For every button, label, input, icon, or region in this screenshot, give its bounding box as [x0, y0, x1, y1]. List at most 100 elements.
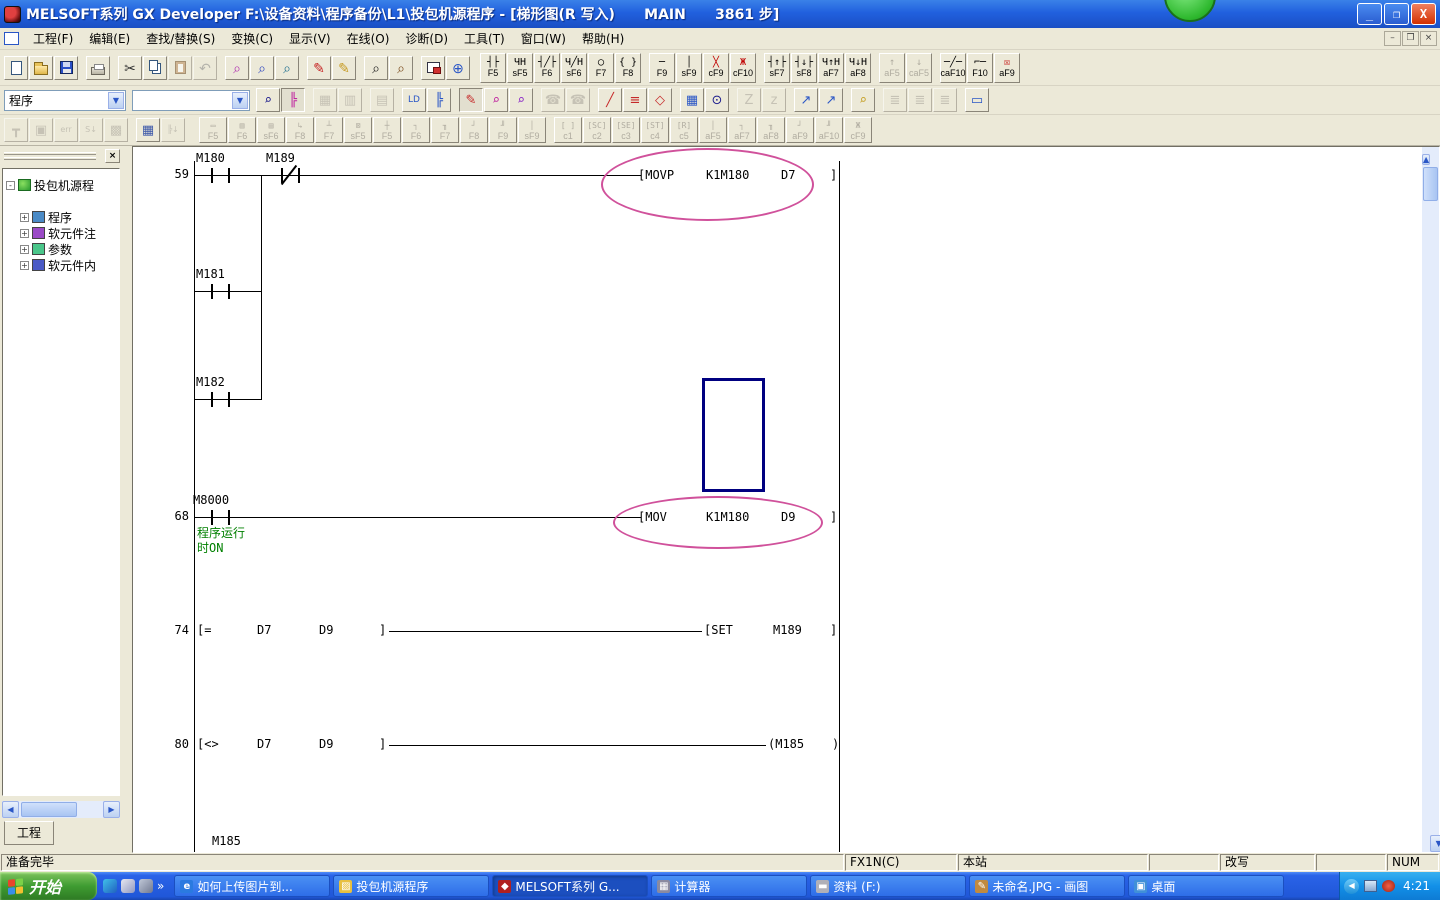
menu-item-7[interactable]: 工具(T) [456, 28, 513, 49]
cut-button[interactable]: ✂ [118, 56, 142, 80]
mdi-restore-button[interactable]: ❐ [1402, 31, 1419, 46]
task-calculator[interactable]: ▦计算器 [651, 875, 807, 897]
scroll-left-icon[interactable]: ◀ [2, 801, 19, 818]
chevron-down-icon[interactable]: ▼ [108, 92, 124, 109]
mdi-minimize-button[interactable]: – [1384, 31, 1401, 46]
task-folder-program[interactable]: ▨投包机源程序 [333, 875, 489, 897]
menu-item-1[interactable]: 编辑(E) [81, 28, 138, 49]
chevron-down-icon[interactable]: ▼ [232, 92, 248, 109]
falling-pulse-button[interactable]: ┤↓├sF8 [791, 53, 817, 83]
open-project-button[interactable] [29, 56, 53, 80]
ladder-canvas[interactable]: 59 M180 M189 [MOVP K1M180 D7 ] M181 M182 [133, 147, 1422, 852]
open-contact-button[interactable]: ┤├F5 [480, 53, 506, 83]
menu-item-2[interactable]: 查找/替换(S) [138, 28, 223, 49]
print-button[interactable] [86, 56, 110, 80]
hscroll-thumb[interactable] [21, 802, 77, 817]
tree-root-label[interactable]: 投包机源程 [34, 177, 94, 194]
tree-root[interactable]: - 投包机源程 [6, 177, 94, 193]
comment-display-button[interactable]: ▭ [965, 88, 989, 112]
application-instruction-button[interactable]: { }F8 [615, 53, 641, 83]
zoom-in-button[interactable]: ⌕ [389, 56, 413, 80]
menu-item-0[interactable]: 工程(F) [25, 28, 81, 49]
tree-item-1[interactable]: +软元件注 [20, 225, 96, 241]
panel-grip[interactable] [4, 157, 96, 160]
project-data-list-button[interactable] [421, 56, 445, 80]
ladder-vscrollbar[interactable]: ▲ ▼ [1422, 147, 1439, 852]
find-button[interactable]: ⌕ [225, 56, 249, 80]
tab-project[interactable]: 工程 [4, 821, 54, 845]
save-project-button[interactable] [54, 56, 78, 80]
closed-contact-button[interactable]: ┤╱├F6 [534, 53, 560, 83]
network-status-icon[interactable] [1382, 880, 1395, 892]
block-display-button[interactable]: ▦ [136, 118, 160, 142]
write-mode-button[interactable]: ✎ [459, 88, 483, 112]
falling-pulse-branch-button[interactable]: Ч↓НaF8 [845, 53, 871, 83]
expand-icon[interactable]: + [20, 261, 29, 270]
minimize-button[interactable]: _ [1357, 3, 1382, 25]
invert-result-button[interactable]: ─╱─caF10 [940, 53, 966, 83]
monitor-write-mode-button[interactable]: ⌕ [509, 88, 533, 112]
quick-launch-icon[interactable] [103, 879, 117, 893]
ladder-monitor-button[interactable]: ⊕ [446, 56, 470, 80]
vertical-line-button[interactable]: │sF9 [676, 53, 702, 83]
statement-button[interactable]: ✎ [332, 56, 356, 80]
volume-icon[interactable] [1364, 880, 1377, 892]
delete-line-button[interactable]: ☒aF9 [994, 53, 1020, 83]
tree-item-2[interactable]: +参数 [20, 241, 72, 257]
close-button[interactable]: X [1411, 3, 1436, 25]
task-ie-upload[interactable]: e如何上传图片到... [174, 875, 330, 897]
task-drive-f[interactable]: ▬资料 (F:) [810, 875, 966, 897]
task-desktop[interactable]: ▣桌面 [1128, 875, 1284, 897]
find-replace-device-button[interactable]: ⌕ [250, 56, 274, 80]
quick-launch-icon[interactable] [121, 879, 135, 893]
draw-line-button[interactable]: ⌐─F10 [967, 53, 993, 83]
panel-hscrollbar[interactable]: ◀ ▶ [2, 801, 120, 818]
quick-launch-more-icon[interactable]: » [157, 879, 164, 893]
device-batch-monitor-button[interactable]: ◇ [648, 88, 672, 112]
expand-icon[interactable]: + [20, 229, 29, 238]
tree-item-3[interactable]: +软元件内 [20, 257, 96, 273]
new-project-button[interactable] [4, 56, 28, 80]
ladder-view-button[interactable]: LD [402, 88, 426, 112]
zoom-out-button[interactable]: ⌕ [364, 56, 388, 80]
entry-monitor-button[interactable]: ⌕ [851, 88, 875, 112]
task-paint[interactable]: ✎未命名.JPG - 画图 [969, 875, 1125, 897]
delete-vertical-line-button[interactable]: ЖcF10 [730, 53, 756, 83]
quick-launch-icon[interactable] [139, 879, 153, 893]
tray-chevron-icon[interactable]: ◀ [1344, 879, 1359, 894]
panel-grip[interactable] [4, 152, 96, 155]
mdi-close-button[interactable]: × [1420, 31, 1437, 46]
menu-item-3[interactable]: 变换(C) [223, 28, 281, 49]
expand-icon[interactable]: + [20, 213, 29, 222]
open-branch-button[interactable]: ЧНsF5 [507, 53, 533, 83]
jump-window-button[interactable]: ↗ [794, 88, 818, 112]
project-data-list-toggle-button[interactable]: ╠ [281, 88, 305, 112]
closed-branch-button[interactable]: Ч╱НsF6 [561, 53, 587, 83]
menu-item-4[interactable]: 显示(V) [281, 28, 339, 49]
secondary-combo[interactable]: ▼ [132, 90, 250, 111]
vscroll-thumb[interactable] [1423, 167, 1438, 201]
cross-reference-button[interactable]: ▦ [680, 88, 704, 112]
menu-item-8[interactable]: 窗口(W) [513, 28, 574, 49]
find-replace-instruction-button[interactable]: ⌕ [275, 56, 299, 80]
expand-icon[interactable]: + [20, 245, 29, 254]
ladder-edit-button[interactable]: ╱ [598, 88, 622, 112]
menu-item-6[interactable]: 诊断(D) [397, 28, 456, 49]
ladder-cursor[interactable] [702, 378, 765, 492]
device-comment-button[interactable]: ✎ [307, 56, 331, 80]
collapse-icon[interactable]: - [6, 181, 15, 190]
delete-horizontal-line-button[interactable]: ╳cF9 [703, 53, 729, 83]
task-melsoft[interactable]: ◆MELSOFT系列 G... [492, 875, 648, 897]
scroll-down-icon[interactable]: ▼ [1430, 835, 1440, 852]
device-test-button[interactable]: ≡ [623, 88, 647, 112]
coil-button[interactable]: ◯F7 [588, 53, 614, 83]
scroll-right-icon[interactable]: ▶ [103, 801, 120, 818]
start-button[interactable]: 开始 [0, 872, 97, 900]
menu-item-9[interactable]: 帮助(H) [574, 28, 632, 49]
read-mode-button[interactable]: ⌕ [484, 88, 508, 112]
copy-button[interactable] [143, 56, 167, 80]
jump-window2-button[interactable]: ↗ [819, 88, 843, 112]
restore-button[interactable]: ❐ [1384, 3, 1409, 25]
panel-close-icon[interactable]: × [105, 149, 120, 163]
comment-search-button[interactable]: ⌕ [256, 88, 280, 112]
